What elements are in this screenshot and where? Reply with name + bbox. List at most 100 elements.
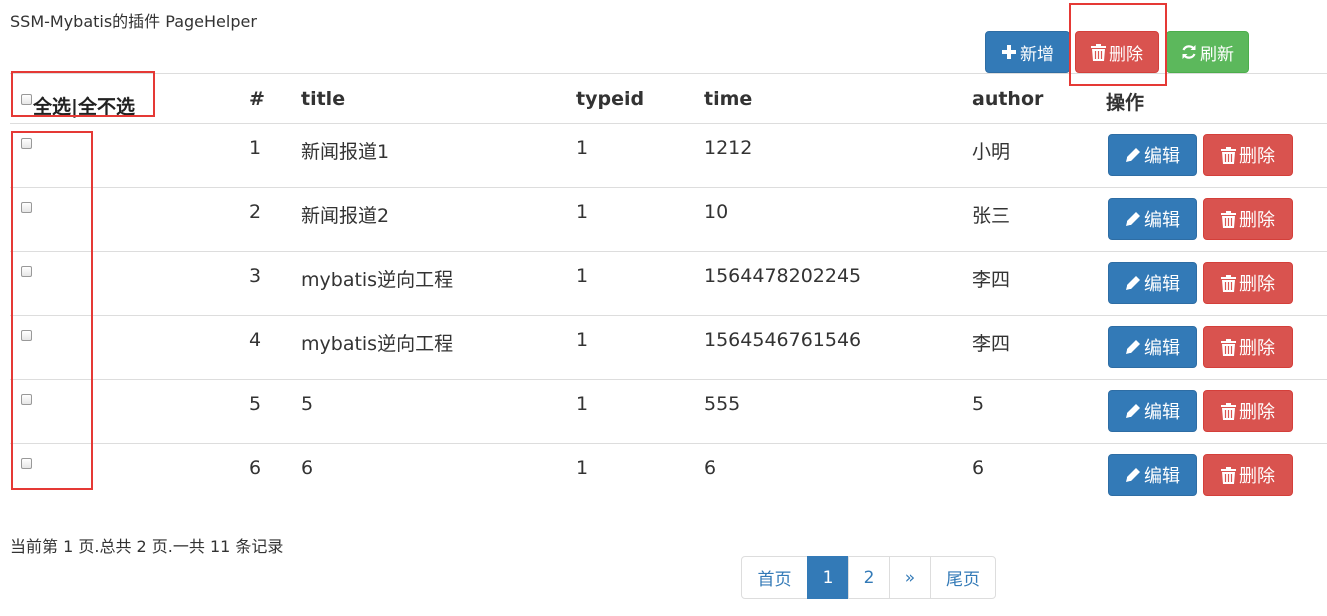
column-header-num: # [249, 88, 265, 110]
cell-time: 10 [704, 201, 729, 223]
refresh-icon [1181, 44, 1197, 60]
refresh-button-label: 刷新 [1200, 44, 1234, 65]
delete-button[interactable]: 删除 [1203, 134, 1293, 176]
cell-author: 张三 [972, 205, 1011, 227]
edit-button-label: 编辑 [1144, 210, 1180, 231]
edit-button[interactable]: 编辑 [1108, 326, 1197, 368]
edit-button[interactable]: 编辑 [1108, 134, 1197, 176]
cell-author: 小明 [972, 141, 1011, 163]
trash-icon [1221, 210, 1236, 228]
select-all[interactable]: 全选|全不选 [21, 92, 135, 119]
delete-button-label: 删除 [1239, 402, 1275, 423]
table-row: 6 6 1 6 6 编辑 删除 [10, 443, 1327, 507]
page-title: SSM-Mybatis的插件 PageHelper [10, 12, 257, 31]
cell-author: 李四 [972, 333, 1011, 355]
select-all-checkbox[interactable] [21, 94, 32, 105]
news-table: 全选|全不选 # title typeid time author 操作 1 新… [10, 73, 1327, 507]
table-row: 3 mybatis逆向工程 1 1564478202245 李四 编辑 删除 [10, 251, 1327, 315]
delete-button[interactable]: 删除 [1203, 390, 1293, 432]
refresh-button[interactable]: 刷新 [1166, 31, 1249, 73]
edit-button[interactable]: 编辑 [1108, 198, 1197, 240]
row-checkbox[interactable] [21, 202, 32, 213]
pagination: 首页 1 2 » 尾页 [741, 556, 996, 599]
edit-button[interactable]: 编辑 [1108, 390, 1197, 432]
pagination-page-1[interactable]: 1 [807, 556, 849, 599]
row-checkbox[interactable] [21, 458, 32, 469]
edit-button-label: 编辑 [1144, 146, 1180, 167]
cell-time: 1212 [704, 137, 753, 159]
edit-button[interactable]: 编辑 [1108, 454, 1197, 496]
cell-typeid: 1 [576, 457, 589, 479]
cell-typeid: 1 [576, 329, 589, 351]
cell-typeid: 1 [576, 201, 589, 223]
add-button[interactable]: 新增 [985, 31, 1070, 73]
row-checkbox[interactable] [21, 138, 32, 149]
select-all-label: 全选|全不选 [33, 96, 135, 118]
delete-button-label: 删除 [1239, 466, 1275, 487]
trash-icon [1221, 338, 1236, 356]
cell-time: 1564546761546 [704, 329, 862, 351]
cell-num: 2 [249, 201, 262, 223]
add-button-label: 新增 [1020, 44, 1054, 65]
column-header-typeid: typeid [576, 88, 645, 110]
cell-title: mybatis逆向工程 [301, 269, 454, 291]
trash-icon [1221, 466, 1236, 484]
cell-title: 新闻报道1 [301, 141, 390, 163]
delete-button[interactable]: 删除 [1203, 262, 1293, 304]
cell-title: mybatis逆向工程 [301, 333, 454, 355]
pagination-first[interactable]: 首页 [741, 556, 808, 599]
table-header-row: 全选|全不选 # title typeid time author 操作 [10, 73, 1327, 123]
trash-icon [1221, 402, 1236, 420]
pencil-icon [1125, 147, 1141, 163]
row-checkbox[interactable] [21, 330, 32, 341]
pagination-last[interactable]: 尾页 [930, 556, 996, 599]
edit-button-label: 编辑 [1144, 338, 1180, 359]
cell-author: 李四 [972, 269, 1011, 291]
pagination-page-2[interactable]: 2 [848, 556, 890, 599]
pencil-icon [1125, 403, 1141, 419]
pagination-next[interactable]: » [889, 556, 931, 599]
cell-typeid: 1 [576, 137, 589, 159]
cell-title: 5 [301, 393, 314, 415]
batch-delete-button[interactable]: 删除 [1075, 31, 1159, 73]
edit-button-label: 编辑 [1144, 402, 1180, 423]
cell-num: 1 [249, 137, 262, 159]
cell-typeid: 1 [576, 265, 589, 287]
cell-author: 5 [972, 393, 985, 415]
pagination-summary: 当前第 1 页.总共 2 页.一共 11 条记录 [10, 537, 284, 556]
edit-button-label: 编辑 [1144, 274, 1180, 295]
row-checkbox[interactable] [21, 266, 32, 277]
plus-icon [1001, 44, 1017, 60]
column-header-time: time [704, 88, 753, 110]
cell-num: 5 [249, 393, 262, 415]
cell-num: 3 [249, 265, 262, 287]
column-header-author: author [972, 88, 1044, 110]
table-row: 4 mybatis逆向工程 1 1564546761546 李四 编辑 删除 [10, 315, 1327, 379]
edit-button[interactable]: 编辑 [1108, 262, 1197, 304]
cell-typeid: 1 [576, 393, 589, 415]
delete-button-label: 删除 [1239, 274, 1275, 295]
cell-time: 1564478202245 [704, 265, 862, 287]
trash-icon [1091, 43, 1106, 61]
delete-button-label: 删除 [1239, 146, 1275, 167]
edit-button-label: 编辑 [1144, 466, 1180, 487]
delete-button-label: 删除 [1239, 338, 1275, 359]
cell-time: 6 [704, 457, 717, 479]
cell-author: 6 [972, 457, 985, 479]
pencil-icon [1125, 275, 1141, 291]
delete-button[interactable]: 删除 [1203, 326, 1293, 368]
pencil-icon [1125, 467, 1141, 483]
cell-title: 新闻报道2 [301, 205, 390, 227]
column-header-ops: 操作 [1106, 92, 1145, 114]
trash-icon [1221, 274, 1236, 292]
batch-delete-label: 删除 [1109, 44, 1143, 65]
cell-title: 6 [301, 457, 314, 479]
pencil-icon [1125, 339, 1141, 355]
delete-button[interactable]: 删除 [1203, 454, 1293, 496]
table-row: 5 5 1 555 5 编辑 删除 [10, 379, 1327, 443]
cell-time: 555 [704, 393, 741, 415]
row-checkbox[interactable] [21, 394, 32, 405]
pencil-icon [1125, 211, 1141, 227]
delete-button[interactable]: 删除 [1203, 198, 1293, 240]
delete-button-label: 删除 [1239, 210, 1275, 231]
